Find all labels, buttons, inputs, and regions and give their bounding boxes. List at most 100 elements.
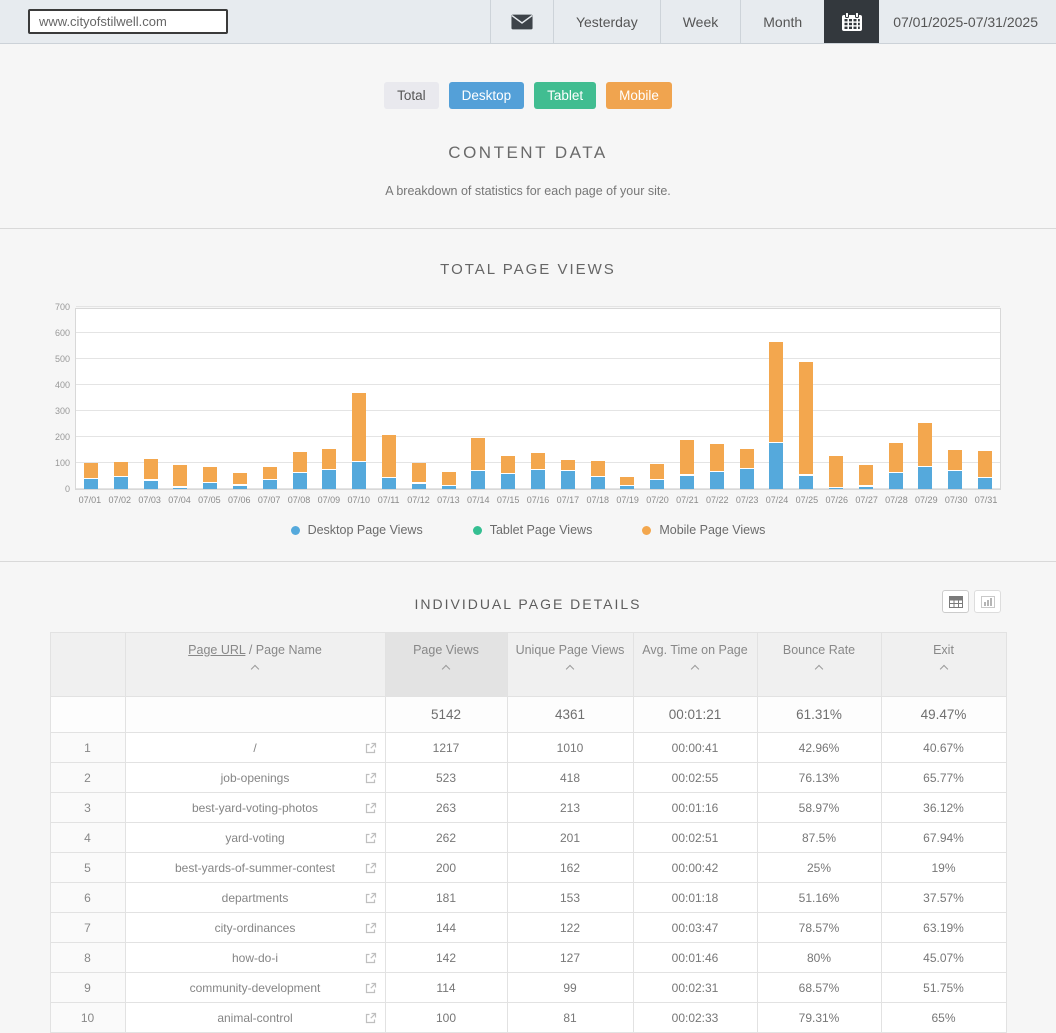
- stacked-bar-07/09[interactable]: [322, 449, 336, 489]
- stacked-bar-07/17[interactable]: [561, 460, 575, 489]
- yesterday-button[interactable]: Yesterday: [553, 0, 660, 43]
- sort-ascending-icon[interactable]: [815, 665, 823, 673]
- stacked-bar-07/04[interactable]: [173, 465, 187, 489]
- column-header-1[interactable]: Page URL / Page Name: [125, 633, 385, 697]
- stacked-bar-07/27[interactable]: [859, 465, 873, 489]
- date-range[interactable]: 07/01/2025-07/31/2025: [879, 0, 1056, 43]
- stacked-bar-07/25[interactable]: [799, 362, 813, 489]
- row-rank: 4: [50, 823, 125, 853]
- page-name-label[interactable]: animal-control: [217, 1011, 292, 1025]
- filter-tablet-button[interactable]: Tablet: [534, 82, 596, 109]
- stacked-bar-07/13[interactable]: [442, 472, 456, 489]
- totals-page-views: 5142: [385, 697, 507, 733]
- column-header-3[interactable]: Unique Page Views: [507, 633, 633, 697]
- stacked-bar-07/23[interactable]: [740, 449, 754, 489]
- stacked-bar-07/26[interactable]: [829, 456, 843, 489]
- week-button[interactable]: Week: [660, 0, 741, 43]
- stacked-bar-07/07[interactable]: [263, 467, 277, 489]
- filter-desktop-button[interactable]: Desktop: [449, 82, 525, 109]
- stacked-bar-07/06[interactable]: [233, 473, 247, 489]
- chart-view-button[interactable]: [974, 590, 1001, 613]
- page-name-label[interactable]: community-development: [190, 981, 321, 995]
- stacked-bar-07/03[interactable]: [144, 459, 158, 489]
- sort-ascending-icon[interactable]: [691, 665, 699, 673]
- page-name-label[interactable]: best-yard-voting-photos: [192, 801, 318, 815]
- stacked-bar-07/02[interactable]: [114, 462, 128, 489]
- sort-ascending-icon[interactable]: [251, 665, 259, 673]
- stacked-bar-07/10[interactable]: [352, 393, 366, 489]
- stacked-bar-07/18[interactable]: [591, 461, 605, 489]
- sort-ascending-icon[interactable]: [939, 665, 947, 673]
- stacked-bar-07/16[interactable]: [531, 453, 545, 489]
- page-name-cell[interactable]: animal-control: [125, 1003, 385, 1033]
- row-page-views: 144: [385, 913, 507, 943]
- page-name-label[interactable]: how-do-i: [232, 951, 278, 965]
- column-header-6[interactable]: Exit: [881, 633, 1006, 697]
- stacked-bar-07/19[interactable]: [620, 477, 634, 489]
- page-name-label[interactable]: city-ordinances: [215, 921, 296, 935]
- page-name-label[interactable]: job-openings: [221, 771, 290, 785]
- page-name-label[interactable]: departments: [222, 891, 289, 905]
- y-tick-label: 100: [55, 458, 70, 468]
- filter-total-button[interactable]: Total: [384, 82, 439, 109]
- stacked-bar-07/01[interactable]: [84, 463, 98, 489]
- page-name-cell[interactable]: job-openings: [125, 763, 385, 793]
- stacked-bar-07/11[interactable]: [382, 435, 396, 489]
- x-tick-label: 07/17: [557, 495, 580, 505]
- filter-mobile-button[interactable]: Mobile: [606, 82, 672, 109]
- page-name-cell[interactable]: city-ordinances: [125, 913, 385, 943]
- stacked-bar-07/08[interactable]: [293, 452, 307, 489]
- page-name-label[interactable]: best-yards-of-summer-contest: [175, 861, 335, 875]
- open-page-link[interactable]: [365, 952, 377, 964]
- stacked-bar-07/12[interactable]: [412, 463, 426, 489]
- bar-segment: [889, 473, 903, 489]
- column-header-2[interactable]: Page Views: [385, 633, 507, 697]
- stacked-bar-07/14[interactable]: [471, 438, 485, 489]
- sort-ascending-icon[interactable]: [566, 665, 574, 673]
- stacked-bar-07/28[interactable]: [889, 443, 903, 489]
- email-button[interactable]: [490, 0, 553, 43]
- page-name-cell[interactable]: best-yards-of-summer-contest: [125, 853, 385, 883]
- page-name-label[interactable]: yard-voting: [225, 831, 284, 845]
- stacked-bar-07/30[interactable]: [948, 450, 962, 489]
- page-name-cell[interactable]: yard-voting: [125, 823, 385, 853]
- page-name-cell[interactable]: best-yard-voting-photos: [125, 793, 385, 823]
- bar-segment: [620, 486, 634, 489]
- row-page-views: 523: [385, 763, 507, 793]
- stacked-bar-07/15[interactable]: [501, 456, 515, 489]
- table-view-button[interactable]: [942, 590, 969, 613]
- page-url-sort-link[interactable]: Page URL: [188, 643, 245, 657]
- open-page-link[interactable]: [365, 832, 377, 844]
- open-page-link[interactable]: [365, 772, 377, 784]
- column-header-5[interactable]: Bounce Rate: [757, 633, 881, 697]
- stacked-bar-07/20[interactable]: [650, 464, 664, 489]
- row-unique-page-views: 81: [507, 1003, 633, 1033]
- stacked-bar-07/24[interactable]: [769, 342, 783, 489]
- page-name-cell[interactable]: /: [125, 733, 385, 763]
- open-page-link[interactable]: [365, 742, 377, 754]
- page-name-cell[interactable]: how-do-i: [125, 943, 385, 973]
- stacked-bar-07/22[interactable]: [710, 444, 724, 489]
- bar-segment: [829, 488, 843, 489]
- column-header-4[interactable]: Avg. Time on Page: [633, 633, 757, 697]
- open-page-link[interactable]: [365, 982, 377, 994]
- calendar-button[interactable]: [824, 0, 879, 43]
- sort-ascending-icon[interactable]: [442, 665, 450, 673]
- open-page-link[interactable]: [365, 802, 377, 814]
- page-name-cell[interactable]: departments: [125, 883, 385, 913]
- external-link-icon: [365, 862, 377, 874]
- open-page-link[interactable]: [365, 862, 377, 874]
- stacked-bar-07/31[interactable]: [978, 451, 992, 489]
- stacked-bar-07/21[interactable]: [680, 440, 694, 489]
- month-button[interactable]: Month: [740, 0, 824, 43]
- stacked-bar-07/05[interactable]: [203, 467, 217, 489]
- stacked-bar-07/29[interactable]: [918, 423, 932, 489]
- site-url-input[interactable]: [28, 9, 228, 34]
- page-name-label[interactable]: /: [253, 741, 256, 755]
- x-tick-label: 07/25: [796, 495, 819, 505]
- open-page-link[interactable]: [365, 1012, 377, 1024]
- page-name-cell[interactable]: community-development: [125, 973, 385, 1003]
- x-tick-label: 07/11: [378, 495, 400, 505]
- open-page-link[interactable]: [365, 922, 377, 934]
- open-page-link[interactable]: [365, 892, 377, 904]
